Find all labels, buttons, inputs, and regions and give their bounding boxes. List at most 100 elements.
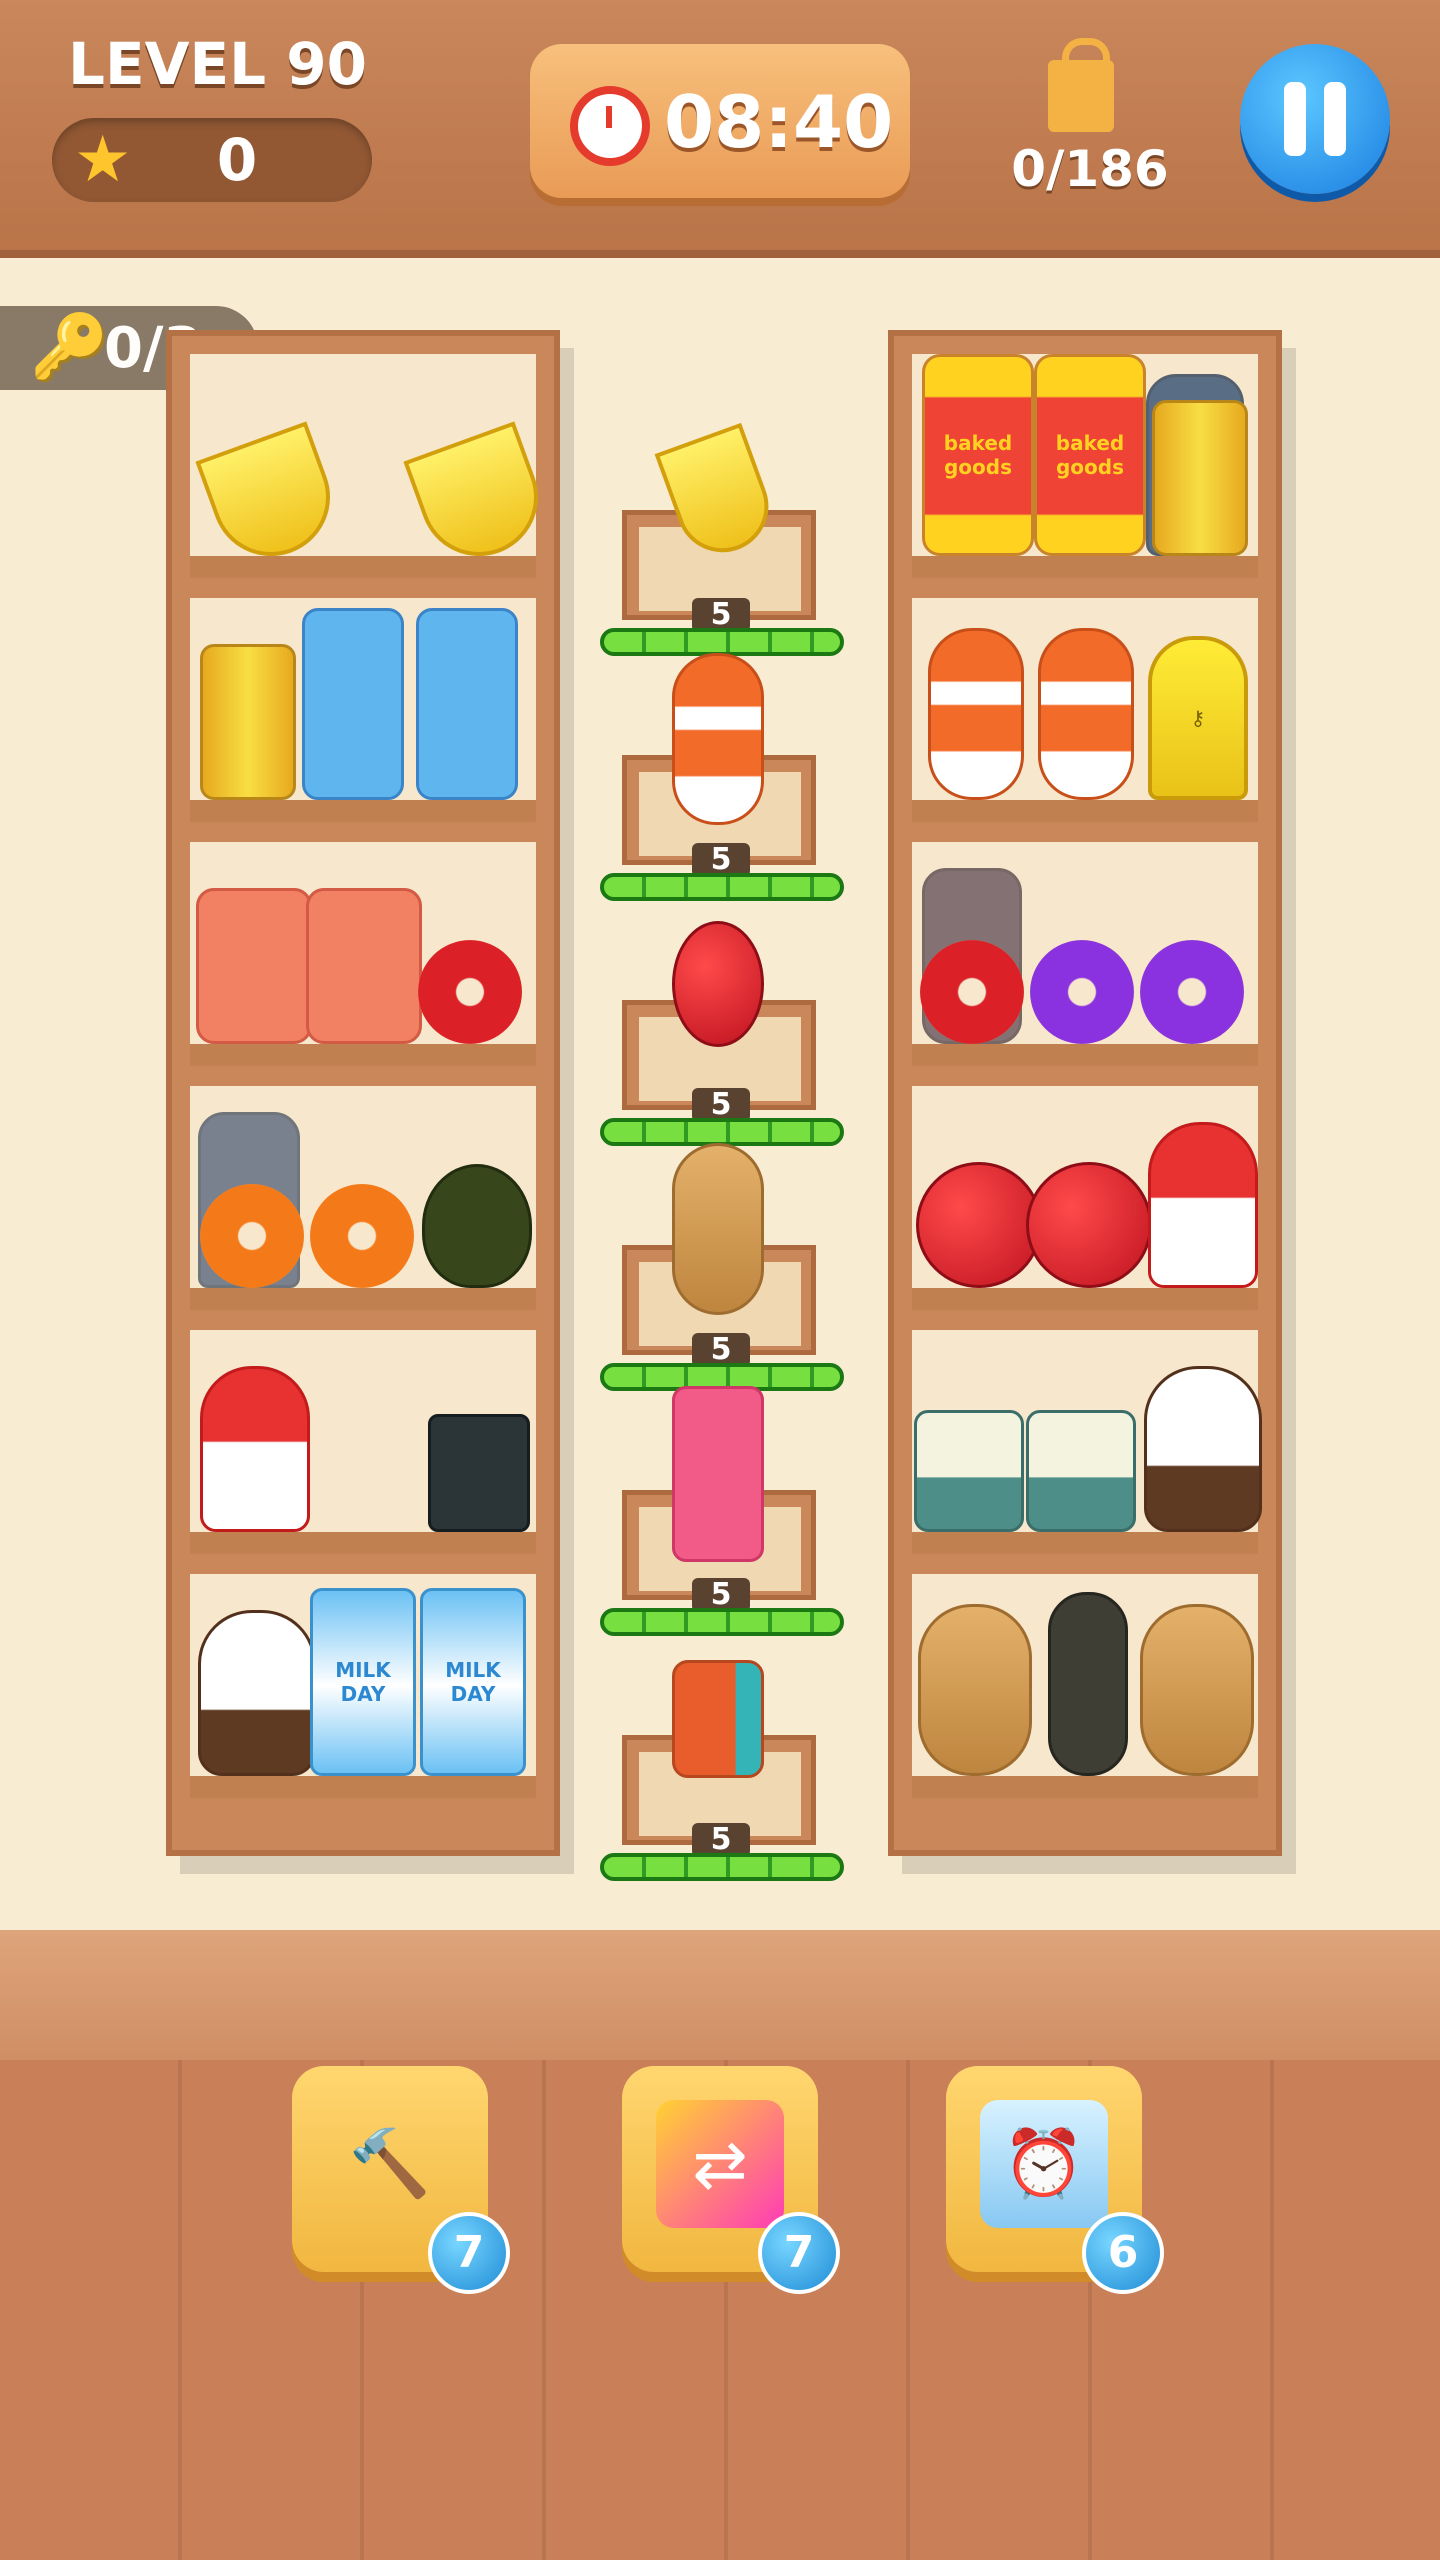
milk-day-label: MILK DAY — [335, 1658, 391, 1706]
slot-progress-bar — [600, 873, 844, 901]
mug-item[interactable] — [428, 1414, 530, 1532]
shuffle-count-badge: 7 — [758, 2212, 840, 2294]
toy-train-item[interactable] — [672, 1655, 764, 1783]
potato-item[interactable] — [918, 1604, 1032, 1776]
baked-goods-label: baked goods — [1055, 431, 1125, 479]
freeze-clock-icon: ⏰ — [980, 2100, 1108, 2228]
left-shelf-row-1 — [190, 354, 555, 578]
banana-item[interactable] — [654, 422, 782, 566]
juice-can-item[interactable] — [1152, 400, 1248, 556]
shuffle-arrows-icon: ⇄ — [656, 2100, 784, 2228]
purple-donut-item[interactable] — [1030, 940, 1134, 1044]
left-shelf-row-6: MILK DAY MILK DAY — [190, 1574, 536, 1798]
red-donut-item[interactable] — [920, 940, 1024, 1044]
right-shelf-row-4 — [912, 1086, 1258, 1310]
carrot-item[interactable] — [1048, 1592, 1128, 1776]
baked-goods-item[interactable]: baked goods — [922, 354, 1034, 556]
golden-key-item[interactable]: ⚷ — [1148, 636, 1248, 800]
floor-trim — [0, 1930, 1440, 2060]
panda-plush-item[interactable] — [198, 1610, 316, 1776]
chips-bag-item[interactable] — [672, 1386, 764, 1562]
slot-count: 5 — [692, 1088, 750, 1122]
milk-day-item[interactable]: MILK DAY — [310, 1588, 416, 1776]
skewer-shape — [672, 653, 764, 825]
middle-shelf-slot-2: 5 — [600, 653, 846, 901]
star-count: 0 — [216, 126, 258, 194]
skewer-item[interactable] — [928, 628, 1024, 800]
candle-item[interactable] — [306, 888, 422, 1044]
right-shelf-row-5 — [912, 1330, 1262, 1554]
toy-train-shape — [672, 1660, 764, 1778]
middle-shelf-slot-6: 5 — [600, 1660, 846, 1881]
middle-shelf-slot-3: 5 — [600, 921, 846, 1146]
mushroom-item[interactable] — [1148, 1122, 1258, 1288]
skewer-item[interactable] — [672, 653, 764, 825]
candle-item[interactable] — [196, 888, 312, 1044]
right-shelf: baked goods baked goods ⚷ — [888, 330, 1282, 1856]
purple-donut-item[interactable] — [1140, 940, 1244, 1044]
milk-day-label: MILK DAY — [445, 1658, 501, 1706]
baked-goods-item[interactable]: baked goods — [1034, 354, 1146, 556]
pause-bar-left — [1284, 82, 1306, 156]
level-timer: 08:40 — [530, 44, 910, 198]
right-shelf-row-3 — [912, 842, 1258, 1066]
right-shelf-row-6 — [912, 1574, 1258, 1798]
middle-shelf-slot-1: 5 — [600, 422, 846, 656]
level-title: LEVEL 90 — [68, 30, 367, 98]
slot-count: 5 — [692, 843, 750, 877]
bag-progress: 0/186 — [1011, 38, 1169, 220]
potato-item[interactable] — [672, 1143, 764, 1315]
teal-mug-item[interactable] — [914, 1410, 1024, 1532]
orange-donut-item[interactable] — [200, 1184, 304, 1288]
hammer-powerup-button[interactable]: 🔨 7 — [292, 2066, 510, 2294]
right-shelf-row-2: ⚷ — [912, 598, 1258, 822]
orange-donut-item[interactable] — [310, 1184, 414, 1288]
hammer-count-badge: 7 — [428, 2212, 510, 2294]
teal-mug-item[interactable] — [1026, 1410, 1136, 1532]
cherry-shape — [672, 921, 764, 1047]
middle-shelf-slot-5: 5 — [600, 1386, 846, 1636]
right-shelf-row-1: baked goods baked goods — [912, 354, 1258, 578]
milk-carton-item[interactable] — [302, 608, 404, 800]
milk-carton-item[interactable] — [416, 608, 518, 800]
shuffle-powerup-button[interactable]: ⇄ 7 — [622, 2066, 840, 2294]
cherry-item[interactable] — [672, 920, 764, 1048]
pear-item[interactable] — [422, 1164, 532, 1288]
juice-can-item[interactable] — [200, 644, 296, 800]
hammer-icon: 🔨 — [348, 2125, 432, 2202]
baked-goods-label: baked goods — [943, 431, 1013, 479]
top-hud: LEVEL 90 ★ 0 08:40 0/186 — [0, 0, 1440, 258]
slot-count: 5 — [692, 1823, 750, 1857]
key-icon: 🔑 — [30, 311, 110, 385]
pause-bar-right — [1324, 82, 1346, 156]
chips-bag-shape — [672, 1386, 764, 1562]
left-shelf: MILK DAY MILK DAY — [166, 330, 560, 1856]
cherry-item[interactable] — [916, 1162, 1042, 1288]
freeze-time-count-badge: 6 — [1082, 2212, 1164, 2294]
pause-button[interactable] — [1240, 44, 1390, 194]
red-donut-item[interactable] — [418, 940, 522, 1044]
middle-shelf-slot-4: 5 — [600, 1143, 846, 1391]
star-icon: ★ — [74, 123, 132, 197]
alarm-clock-icon — [570, 86, 650, 166]
milk-day-item[interactable]: MILK DAY — [420, 1588, 526, 1776]
timer-text: 08:40 — [664, 80, 894, 164]
mushroom-item[interactable] — [200, 1366, 310, 1532]
slot-count: 5 — [692, 598, 750, 632]
banana-item[interactable] — [403, 421, 555, 573]
slot-progress-bar — [600, 628, 844, 656]
banana-item[interactable] — [195, 421, 347, 573]
cherry-item[interactable] — [1026, 1162, 1152, 1288]
skewer-item[interactable] — [1038, 628, 1134, 800]
slot-progress-bar — [600, 1608, 844, 1636]
potato-shape — [672, 1143, 764, 1315]
left-shelf-row-5 — [190, 1330, 536, 1554]
potato-item[interactable] — [1140, 1604, 1254, 1776]
freeze-time-powerup-button[interactable]: ⏰ 6 — [946, 2066, 1164, 2294]
panda-plush-item[interactable] — [1144, 1366, 1262, 1532]
left-shelf-row-3 — [190, 842, 536, 1066]
slot-count: 5 — [692, 1578, 750, 1612]
bag-count: 0/186 — [1011, 140, 1169, 198]
banana-shape — [654, 422, 782, 566]
left-shelf-row-4 — [190, 1086, 536, 1310]
